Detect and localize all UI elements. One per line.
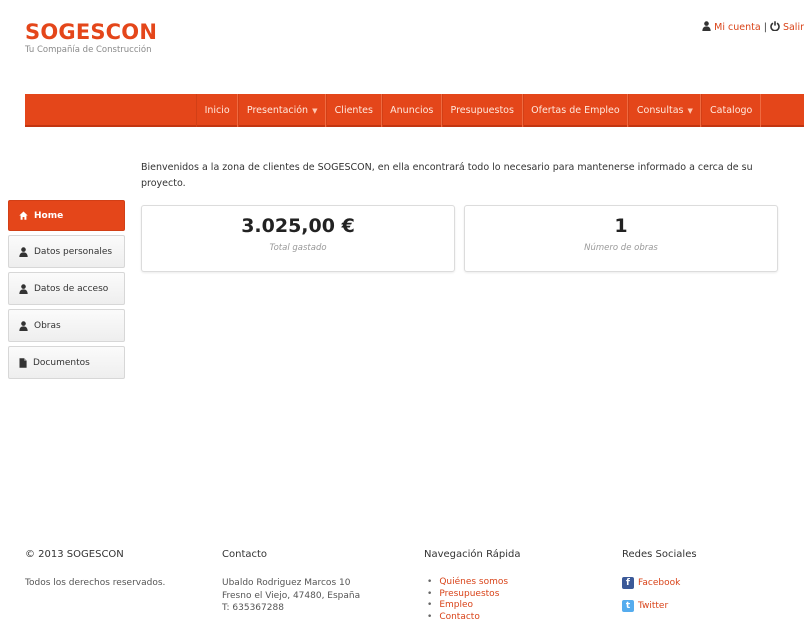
- contact-address: Ubaldo Rodriguez Marcos 10: [222, 578, 351, 588]
- sidebar: Home Datos personales Datos de acceso Ob…: [8, 200, 125, 383]
- my-account-link[interactable]: Mi cuenta: [714, 22, 761, 33]
- user-icon: [19, 320, 28, 331]
- sidebar-item-label: Obras: [34, 320, 61, 331]
- footer-nav-col: Navegación Rápida Quiénes somos Presupue…: [424, 549, 521, 623]
- nav-item-clientes[interactable]: Clientes: [326, 94, 382, 127]
- brand-name: SOGESCON: [25, 20, 158, 44]
- chevron-down-icon: ▼: [687, 106, 693, 115]
- facebook-link[interactable]: f Facebook: [622, 577, 697, 589]
- quick-link-empleo[interactable]: Empleo: [424, 600, 521, 612]
- user-icon: [19, 246, 28, 257]
- contact-city: Fresno el Viejo, 47480, España: [222, 590, 361, 601]
- sidebar-item-label: Datos de acceso: [34, 283, 109, 294]
- user-links: Mi cuenta | Salir: [702, 21, 804, 33]
- nav-label: Anuncios: [390, 105, 434, 116]
- user-icon: [19, 283, 28, 294]
- quick-link-presupuestos[interactable]: Presupuestos: [424, 589, 521, 601]
- works-count-label: Número de obras: [584, 243, 658, 253]
- works-count-value: 1: [614, 215, 628, 237]
- nav-label: Catalogo: [710, 105, 753, 116]
- nav-item-presupuestos[interactable]: Presupuestos: [441, 94, 523, 127]
- brand-tagline: Tu Compañía de Construcción: [25, 45, 152, 55]
- power-icon: [770, 21, 780, 32]
- twitter-link[interactable]: t Twitter: [622, 600, 697, 612]
- document-icon: [19, 357, 27, 368]
- social-title: Redes Sociales: [622, 549, 697, 560]
- quick-link-contacto[interactable]: Contacto: [424, 612, 521, 624]
- quick-nav-title: Navegación Rápida: [424, 549, 521, 560]
- nav-item-anuncios[interactable]: Anuncios: [381, 94, 442, 127]
- sidebar-item-label: Home: [34, 210, 64, 221]
- facebook-icon: f: [622, 577, 634, 589]
- contact-title: Contacto: [222, 549, 268, 560]
- sidebar-item-obras[interactable]: Obras: [8, 309, 125, 342]
- nav-label: Consultas: [636, 105, 684, 116]
- contact-phone: T: 635367288: [222, 603, 284, 613]
- user-icon: [702, 21, 711, 31]
- total-spent-value: 3.025,00 €: [241, 215, 355, 237]
- nav-item-ofertas-empleo[interactable]: Ofertas de Empleo: [522, 94, 629, 127]
- logout-link[interactable]: Salir: [783, 22, 804, 33]
- main-navbar: Inicio Presentación ▼ Clientes Anuncios P…: [25, 94, 804, 127]
- nav-label: Inicio: [204, 105, 230, 116]
- quick-nav-list: Quiénes somos Presupuestos Empleo Contac…: [424, 577, 521, 623]
- quick-link-quienes-somos[interactable]: Quiénes somos: [424, 577, 521, 589]
- sidebar-item-label: Documentos: [33, 357, 90, 368]
- sidebar-item-home[interactable]: Home: [8, 200, 125, 231]
- sidebar-item-documentos[interactable]: Documentos: [8, 346, 125, 379]
- nav-label: Presupuestos: [450, 105, 514, 116]
- nav-item-consultas[interactable]: Consultas ▼: [628, 94, 702, 127]
- nav-item-catalogo[interactable]: Catalogo: [701, 94, 761, 127]
- chevron-down-icon: ▼: [312, 106, 318, 115]
- separator: |: [763, 22, 767, 33]
- sidebar-item-datos-personales[interactable]: Datos personales: [8, 235, 125, 268]
- total-spent-label: Total gastado: [269, 243, 327, 253]
- footer-social-col: Redes Sociales f Facebook t Twitter: [622, 549, 697, 623]
- nav-label: Presentación: [246, 105, 309, 116]
- logo[interactable]: SOGESCON Tu Compañía de Construcción: [25, 20, 157, 55]
- home-icon: [19, 211, 28, 220]
- nav-item-presentacion[interactable]: Presentación ▼: [238, 94, 327, 127]
- nav-label: Clientes: [334, 105, 373, 116]
- twitter-icon: t: [622, 600, 634, 612]
- nav-menu: Inicio Presentación ▼ Clientes Anuncios P…: [196, 94, 761, 127]
- sidebar-item-label: Datos personales: [34, 246, 113, 257]
- nav-label: Ofertas de Empleo: [531, 105, 620, 116]
- twitter-label: Twitter: [638, 601, 669, 611]
- facebook-label: Facebook: [638, 578, 681, 588]
- total-spent-card: 3.025,00 € Total gastado: [141, 205, 455, 272]
- rights-text: Todos los derechos reservados.: [25, 578, 166, 588]
- welcome-text: Bienvenidos a la zona de clientes de SOG…: [141, 162, 753, 189]
- works-count-card: 1 Número de obras: [464, 205, 778, 272]
- footer-copyright-col: © 2013 SOGESCON Todos los derechos reser…: [25, 549, 165, 590]
- copyright: © 2013 SOGESCON: [25, 549, 124, 560]
- footer-contact-col: Contacto Ubaldo Rodriguez Marcos 10 Fres…: [222, 549, 360, 615]
- sidebar-item-datos-acceso[interactable]: Datos de acceso: [8, 272, 125, 305]
- nav-item-inicio[interactable]: Inicio: [196, 94, 239, 127]
